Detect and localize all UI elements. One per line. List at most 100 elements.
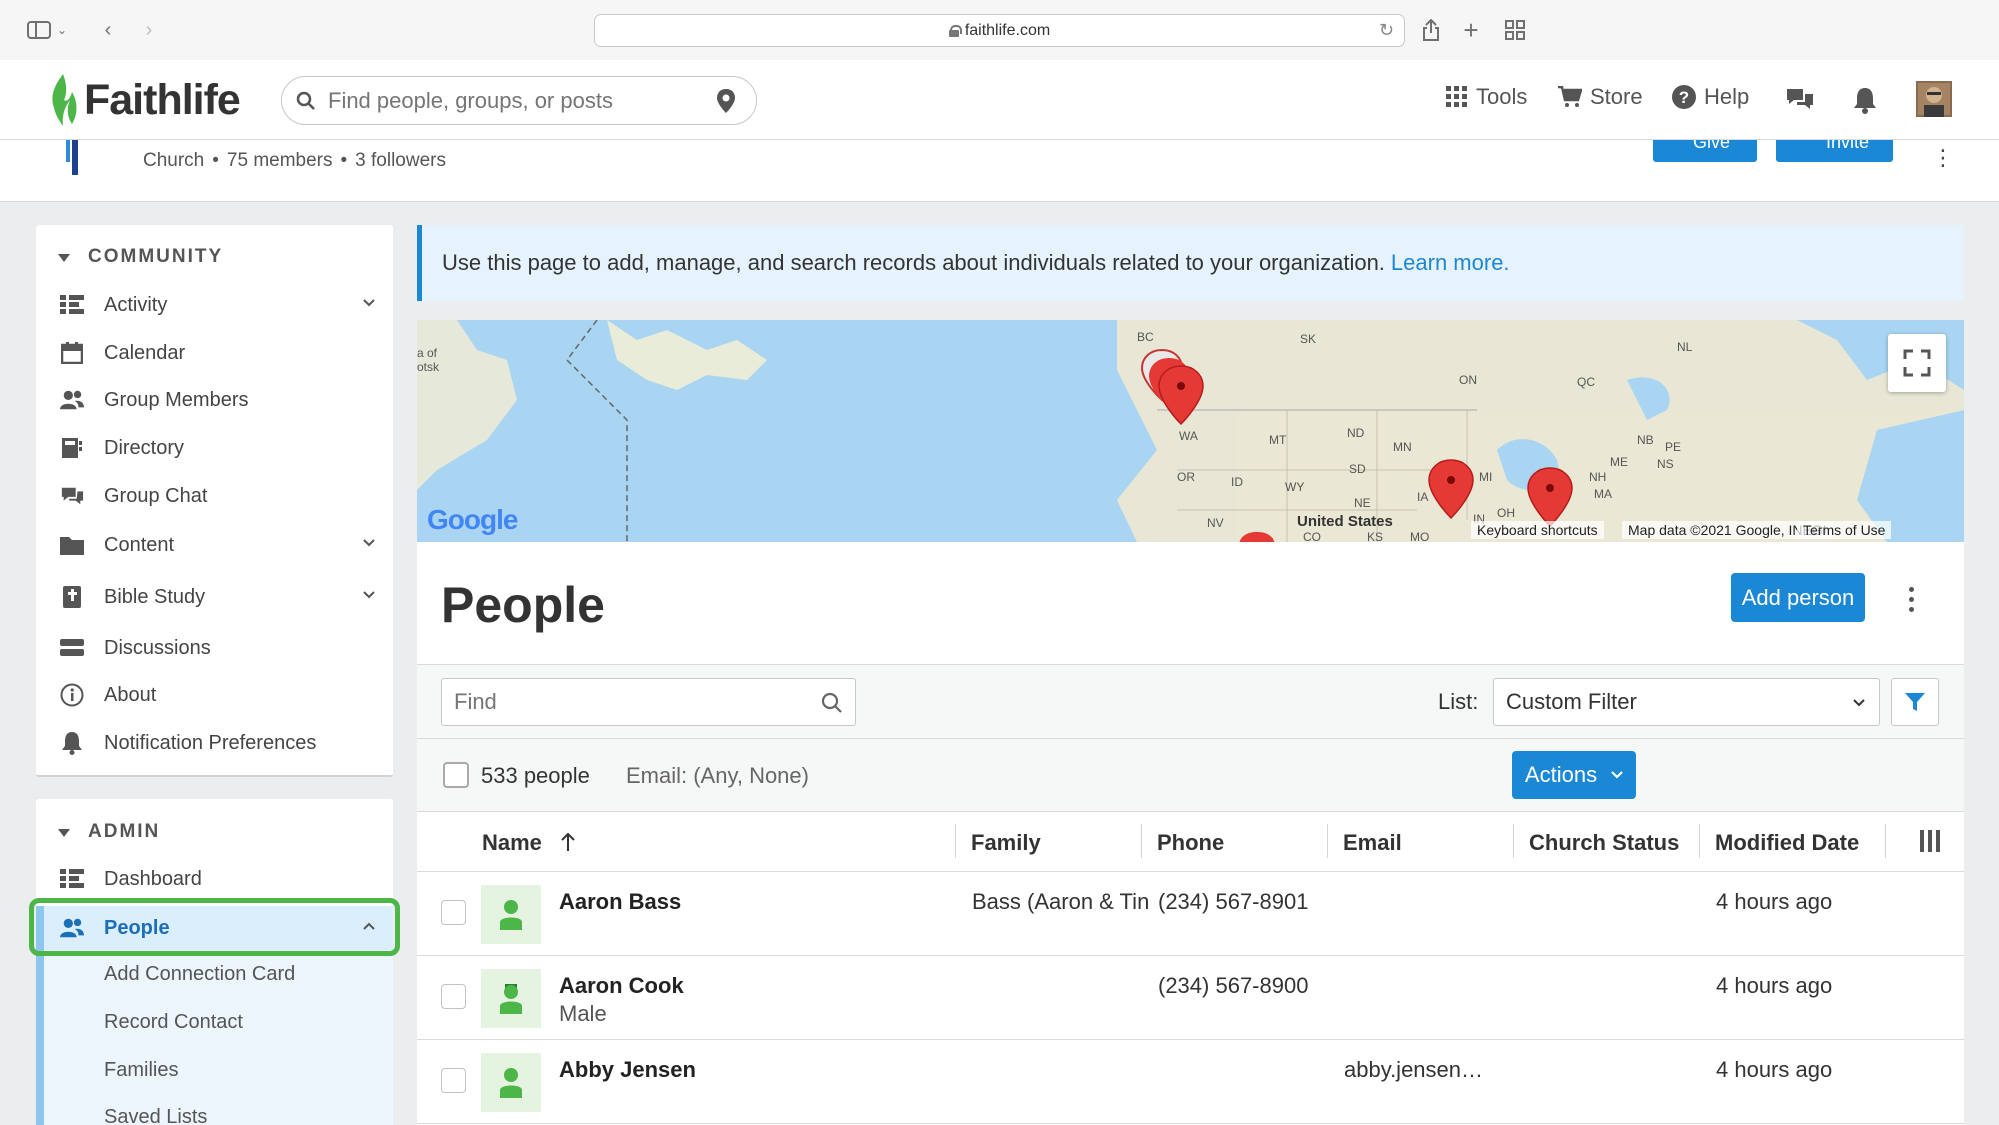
column-header-phone[interactable]: Phone <box>1157 830 1224 856</box>
messages-icon[interactable] <box>1785 86 1815 112</box>
column-header-name[interactable]: Name <box>482 830 576 856</box>
sidebar-subitem-families[interactable]: Families <box>104 1059 178 1082</box>
people-count: 533 people <box>481 763 590 788</box>
map-marker-icon <box>1140 348 1573 542</box>
chevron-down-icon[interactable] <box>363 297 375 309</box>
person-avatar[interactable] <box>481 1053 541 1112</box>
sidebar-item-dashboard[interactable]: Dashboard <box>36 857 393 901</box>
admin-title[interactable]: ADMIN <box>88 821 160 843</box>
chevron-down-icon[interactable] <box>363 537 375 549</box>
sidebar-item-content[interactable]: Content <box>36 523 393 567</box>
share-icon[interactable] <box>1418 16 1444 44</box>
site-search-input[interactable] <box>328 87 698 114</box>
forward-icon[interactable]: › <box>137 16 161 44</box>
give-button[interactable]: Give <box>1653 140 1757 162</box>
person-name[interactable]: Aaron Bass <box>559 889 681 915</box>
column-header-modified-date[interactable]: Modified Date <box>1715 830 1859 856</box>
tools-menu[interactable]: Tools <box>1446 84 1527 110</box>
sidebar-item-group-chat[interactable]: Group Chat <box>36 474 393 518</box>
sidebar-item-directory[interactable]: Directory <box>36 426 393 470</box>
info-banner: Use this page to add, manage, and search… <box>417 225 1964 301</box>
actions-button[interactable]: Actions <box>1512 751 1636 799</box>
row-checkbox[interactable] <box>441 1068 466 1093</box>
sidebar-item-group-members[interactable]: Group Members <box>36 378 393 422</box>
svg-text:?: ? <box>1679 88 1689 107</box>
sidebar-toggle-icon[interactable]: ⌄ <box>22 16 72 44</box>
logo-text: Faithlife <box>84 75 241 124</box>
column-chooser-icon[interactable] <box>1919 829 1941 853</box>
back-icon[interactable]: ‹ <box>96 16 120 44</box>
faithlife-logo[interactable]: Faithlife <box>46 72 241 128</box>
help-menu[interactable]: ? Help <box>1672 84 1749 110</box>
find-input[interactable] <box>454 689 804 715</box>
admin-collapse-icon[interactable] <box>58 829 70 837</box>
email-filter-summary[interactable]: Email: (Any, None) <box>626 763 809 789</box>
row-checkbox[interactable] <box>441 984 466 1009</box>
row-checkbox[interactable] <box>441 900 466 925</box>
group-more-icon[interactable]: ⋮ <box>1932 145 1954 171</box>
chevron-down-icon[interactable] <box>363 589 375 601</box>
sidebar-subitem-saved-lists[interactable]: Saved Lists <box>104 1106 207 1125</box>
column-divider[interactable] <box>1699 824 1700 858</box>
people-map[interactable]: a of otsk BC SK NL ON QC WA MT ND MN PE … <box>417 320 1964 542</box>
dashboard-icon <box>60 867 84 891</box>
tab-overview-icon[interactable] <box>1502 16 1528 44</box>
find-field[interactable] <box>441 678 856 726</box>
list-select[interactable]: Custom Filter <box>1493 678 1880 726</box>
sidebar-item-calendar[interactable]: Calendar <box>36 331 393 375</box>
column-header-church-status[interactable]: Church Status <box>1529 830 1679 856</box>
learn-more-link[interactable]: Learn more. <box>1391 250 1510 276</box>
new-tab-icon[interactable]: + <box>1458 15 1484 45</box>
table-row[interactable]: Aaron Bass Bass (Aaron & Tin (234) 567-8… <box>417 873 1964 956</box>
community-collapse-icon[interactable] <box>58 254 70 262</box>
sidebar-item-activity[interactable]: Activity <box>36 283 393 327</box>
url-bar[interactable]: faithlife.com ↻ <box>594 14 1405 47</box>
column-divider[interactable] <box>955 824 956 858</box>
lock-icon <box>948 24 962 37</box>
filter-button[interactable] <box>1891 678 1939 726</box>
user-avatar[interactable] <box>1916 81 1952 117</box>
help-label: Help <box>1704 84 1750 109</box>
site-search[interactable] <box>281 76 757 125</box>
person-name[interactable]: Abby Jensen <box>559 1057 696 1083</box>
sidebar-item-label: Bible Study <box>104 585 206 608</box>
notifications-bell-icon[interactable] <box>1852 86 1878 114</box>
select-all-checkbox[interactable] <box>443 762 469 788</box>
sidebar-subitem-record-contact[interactable]: Record Contact <box>104 1011 243 1034</box>
sidebar-subitem-add-connection-card[interactable]: Add Connection Card <box>104 963 295 986</box>
column-header-email[interactable]: Email <box>1343 830 1402 856</box>
column-divider[interactable] <box>1327 824 1328 858</box>
table-header: Name Family Phone Email Church Status Mo… <box>417 812 1964 872</box>
map-terms-link[interactable]: Terms of Use <box>1797 521 1892 539</box>
people-more-icon[interactable] <box>1909 587 1915 617</box>
grid-icon <box>1446 86 1467 107</box>
email-link[interactable]: abby.jensen… <box>1344 1057 1504 1083</box>
store-menu[interactable]: Store <box>1558 84 1643 110</box>
sidebar-item-discussions[interactable]: Discussions <box>36 626 393 670</box>
community-title[interactable]: COMMUNITY <box>88 246 223 268</box>
person-name[interactable]: Aaron Cook <box>559 973 684 999</box>
location-pin-icon[interactable] <box>716 88 736 114</box>
column-divider[interactable] <box>1885 824 1886 858</box>
person-avatar[interactable] <box>481 885 541 944</box>
map-keyboard-shortcuts-link[interactable]: Keyboard shortcuts <box>1471 521 1604 539</box>
column-divider[interactable] <box>1513 824 1514 858</box>
group-members-count[interactable]: 75 members <box>227 150 333 171</box>
column-divider[interactable] <box>1141 824 1142 858</box>
column-header-family[interactable]: Family <box>971 830 1041 856</box>
map-fullscreen-button[interactable] <box>1888 334 1946 392</box>
person-icon <box>500 1067 522 1098</box>
family-link[interactable]: Bass (Aaron & Tin <box>972 889 1148 915</box>
add-person-button[interactable]: Add person <box>1731 573 1865 622</box>
sidebar-item-notification-preferences[interactable]: Notification Preferences <box>36 721 393 765</box>
invite-button[interactable]: Invite <box>1776 140 1893 162</box>
group-followers-count[interactable]: 3 followers <box>355 150 446 171</box>
directory-icon <box>60 436 84 460</box>
table-row[interactable]: Abby Jensen abby.jensen… 4 hours ago <box>417 1041 1964 1124</box>
reload-icon[interactable]: ↻ <box>1379 20 1394 41</box>
sidebar-item-bible-study[interactable]: Bible Study <box>36 575 393 619</box>
search-icon <box>296 91 315 110</box>
table-row[interactable]: Aaron Cook Male (234) 567-8900 4 hours a… <box>417 957 1964 1040</box>
sidebar-item-about[interactable]: About <box>36 673 393 717</box>
person-avatar[interactable] <box>481 969 541 1028</box>
